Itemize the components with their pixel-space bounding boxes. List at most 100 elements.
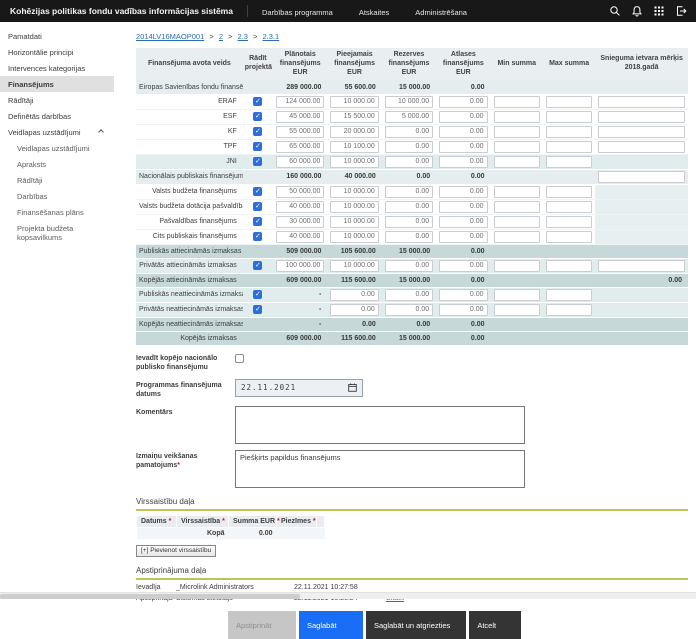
amount-input[interactable] [439,216,487,228]
amount-input[interactable] [598,141,685,153]
amount-input[interactable] [276,111,324,123]
approve-button[interactable]: Apstiprināt [228,611,296,639]
amount-input[interactable] [276,96,324,108]
amount-input[interactable] [385,126,433,138]
row-checkbox[interactable]: ✓ [253,290,262,299]
amount-input[interactable] [494,111,540,123]
amount-input[interactable] [439,260,487,272]
amount-input[interactable] [385,216,433,228]
sidebar-subitem-darbības[interactable]: Darbības [0,188,114,204]
amount-input[interactable] [385,96,433,108]
amount-input[interactable] [385,186,433,198]
amount-input[interactable] [385,260,433,272]
top-menu-item[interactable]: Administrēšana [415,8,467,17]
app-switcher-icon[interactable] [653,5,665,17]
amount-input[interactable] [494,260,540,272]
add-overcommitment-button[interactable]: [+] Pievienot virssaistību [136,545,216,557]
scrollbar-thumb[interactable] [0,594,300,599]
row-checkbox[interactable]: ✓ [253,305,262,314]
amount-input[interactable] [439,126,487,138]
amount-input[interactable] [494,141,540,153]
amount-input[interactable] [439,96,487,108]
amount-input[interactable] [546,304,592,316]
amount-input[interactable] [546,216,592,228]
breadcrumb-link[interactable]: 2 [219,32,223,41]
amount-input[interactable] [439,201,487,213]
amount-input[interactable] [494,216,540,228]
amount-input[interactable] [330,186,378,198]
sidebar-subitem-apraksts[interactable]: Apraksts [0,156,114,172]
amount-input[interactable] [330,289,378,301]
amount-input[interactable] [546,186,592,198]
row-checkbox[interactable]: ✓ [253,217,262,226]
sidebar-item-definētās-darbības[interactable]: Definētās darbības [0,108,114,124]
national-funding-checkbox[interactable] [235,354,244,363]
sidebar-item-finansējums[interactable]: Finansējums [0,76,114,92]
amount-input[interactable] [276,186,324,198]
amount-input[interactable] [494,201,540,213]
row-checkbox[interactable]: ✓ [253,127,262,136]
amount-input[interactable] [439,289,487,301]
amount-input[interactable] [330,126,378,138]
amount-input[interactable] [385,111,433,123]
programme-date-input[interactable]: 22.11.2021 [235,379,363,397]
amount-input[interactable] [546,111,592,123]
amount-input[interactable] [385,289,433,301]
save-return-button[interactable]: Saglabāt un atgriezties [366,611,466,639]
amount-input[interactable] [330,156,378,168]
top-menu-item[interactable]: Darbības programma [262,8,333,17]
amount-input[interactable] [276,201,324,213]
row-checkbox[interactable]: ✓ [253,97,262,106]
amount-input[interactable] [439,231,487,243]
amount-input[interactable] [439,156,487,168]
search-icon[interactable] [609,5,621,17]
row-checkbox[interactable]: ✓ [253,202,262,211]
sidebar-item-intervences-kategorijas[interactable]: Intervences kategorijas [0,60,114,76]
sidebar-item-veidlapas-uzstādījumi[interactable]: Veidlapas uzstādījumi [0,124,114,140]
amount-input[interactable] [330,304,378,316]
amount-input[interactable] [598,126,685,138]
amount-input[interactable] [276,141,324,153]
amount-input[interactable] [330,216,378,228]
amount-input[interactable] [330,231,378,243]
amount-input[interactable] [546,231,592,243]
amount-input[interactable] [385,141,433,153]
horizontal-scrollbar[interactable] [0,592,696,599]
amount-input[interactable] [546,289,592,301]
amount-input[interactable] [276,216,324,228]
amount-input[interactable] [330,260,378,272]
amount-input[interactable] [276,156,324,168]
amount-input[interactable] [439,186,487,198]
top-menu-item[interactable]: Atskaites [359,8,389,17]
amount-input[interactable] [276,260,324,272]
amount-input[interactable] [546,96,592,108]
amount-input[interactable] [494,156,540,168]
amount-input[interactable] [546,141,592,153]
amount-input[interactable] [494,289,540,301]
amount-input[interactable] [439,304,487,316]
sidebar-subitem-finansēšanas-plāns[interactable]: Finansēšanas plāns [0,204,114,220]
amount-input[interactable] [546,201,592,213]
amount-input[interactable] [330,111,378,123]
sidebar-item-horizontālie-principi[interactable]: Horizontālie principi [0,44,114,60]
cancel-button[interactable]: Atcelt [469,611,521,639]
breadcrumb-link[interactable]: 2014LV16MAOP001 [136,32,204,41]
amount-input[interactable] [546,126,592,138]
breadcrumb-link[interactable]: 2.3.1 [263,32,280,41]
amount-input[interactable] [330,96,378,108]
amount-input[interactable] [276,231,324,243]
amount-input[interactable] [385,156,433,168]
amount-input[interactable] [598,260,685,272]
comment-textarea[interactable] [235,406,525,444]
amount-input[interactable] [598,171,685,183]
amount-input[interactable] [385,304,433,316]
amount-input[interactable] [385,231,433,243]
amount-input[interactable] [546,260,592,272]
amount-input[interactable] [385,201,433,213]
sidebar-subitem-projekta-budžeta-kopsavilkums[interactable]: Projekta budžeta kopsavilkums [0,220,114,245]
amount-input[interactable] [330,141,378,153]
notifications-icon[interactable] [631,5,643,17]
amount-input[interactable] [598,96,685,108]
amount-input[interactable] [439,111,487,123]
sidebar-subitem-rādītāji[interactable]: Rādītāji [0,172,114,188]
